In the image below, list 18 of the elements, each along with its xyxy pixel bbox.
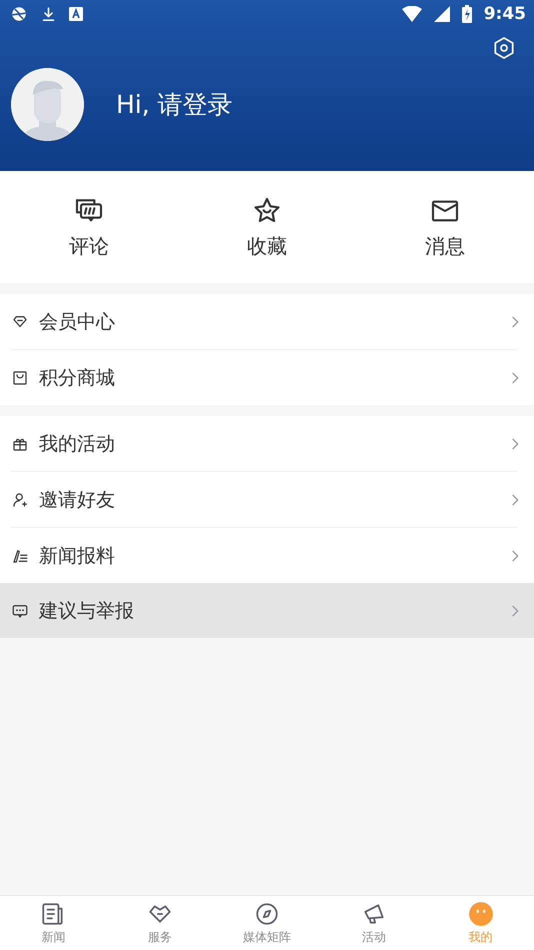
- signal-icon: [434, 6, 450, 22]
- settings-icon[interactable]: [492, 36, 516, 60]
- aperture-icon: [10, 5, 28, 23]
- quick-action[interactable]: 收藏: [178, 171, 356, 283]
- person-add-icon: [11, 490, 29, 508]
- battery-icon: [462, 5, 472, 23]
- compass-icon: [254, 900, 280, 926]
- login-prompt[interactable]: Hi, 请登录: [116, 88, 233, 121]
- text-box-icon: [69, 7, 83, 21]
- bag-icon: [11, 368, 29, 386]
- download-icon: [40, 6, 57, 22]
- avatar[interactable]: [11, 68, 84, 141]
- menu-item[interactable]: 建议与举报: [0, 583, 534, 638]
- status-time: 9:45: [484, 4, 526, 24]
- quick-action[interactable]: 评论: [0, 171, 178, 283]
- face-icon: [468, 900, 494, 926]
- wifi-icon: [402, 6, 422, 22]
- quick-action[interactable]: 消息: [356, 171, 534, 283]
